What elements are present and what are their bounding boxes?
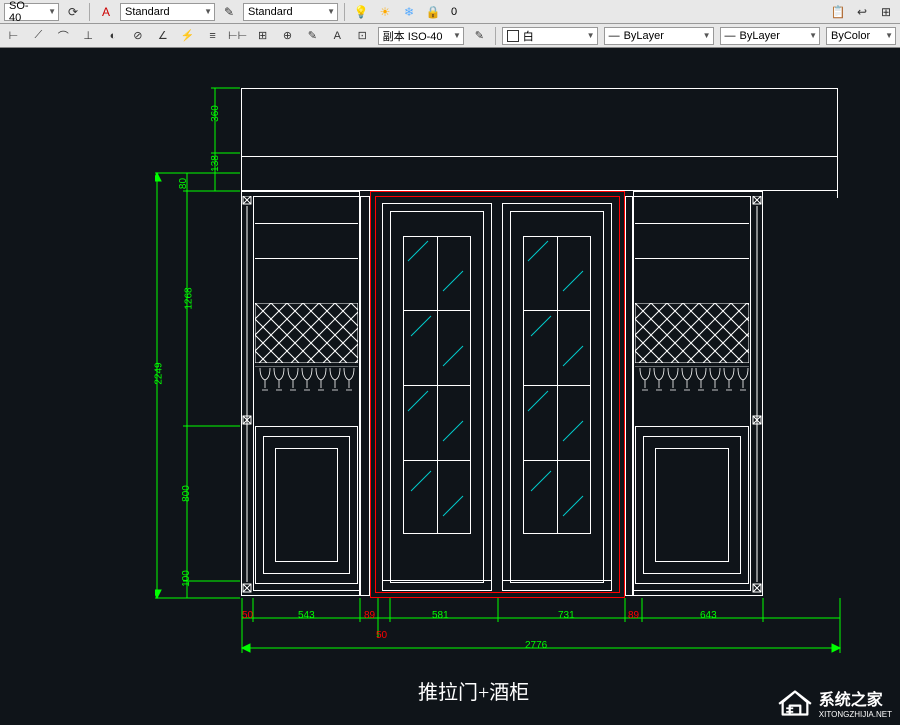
dimstyle-label: SO-40 <box>9 0 40 24</box>
dim-360: 360 <box>210 105 221 122</box>
dim-ordinate-icon[interactable]: ⊥ <box>79 26 98 46</box>
layer-name: 0 <box>451 6 457 18</box>
dim-linear-icon[interactable]: ⊢ <box>4 26 23 46</box>
dim-800: 800 <box>181 485 192 502</box>
sun-icon[interactable]: ☀ <box>375 2 395 22</box>
tolerance-icon[interactable]: ⊞ <box>253 26 272 46</box>
dimensions-horizontal <box>230 598 850 678</box>
text-style-icon[interactable]: A <box>96 2 116 22</box>
dim-edit-icon[interactable]: ✎ <box>303 26 322 46</box>
textstyle-label-2: Standard <box>248 6 293 18</box>
layer-states-icon[interactable]: 📋 <box>828 2 848 22</box>
watermark-house-icon <box>777 688 813 718</box>
linetype-label-2: ByLayer <box>740 30 780 42</box>
dim-h581: 581 <box>432 610 449 621</box>
dim-h543: 543 <box>298 610 315 621</box>
toolbar-dimension-style: SO-40 ⟳ A Standard ✎ Standard 💡 ☀ ❄ 🔒 0 … <box>0 0 900 24</box>
linetype-combo-1[interactable]: —ByLayer <box>604 27 714 45</box>
center-mark-icon[interactable]: ⊕ <box>278 26 297 46</box>
dim-quick-icon[interactable]: ⚡ <box>178 26 197 46</box>
light-icon[interactable]: 💡 <box>351 2 371 22</box>
brush-icon[interactable]: ✎ <box>219 2 239 22</box>
plotstyle-label: ByColor <box>831 30 870 42</box>
dim-80: 80 <box>178 178 189 189</box>
dim-h89b: 89 <box>628 610 639 621</box>
textstyle-label-1: Standard <box>125 6 170 18</box>
dim-1268: 1268 <box>184 287 195 309</box>
freeze-icon[interactable]: ❄ <box>399 2 419 22</box>
linetype-combo-2[interactable]: —ByLayer <box>720 27 821 45</box>
dim-h50: 50 <box>242 610 253 621</box>
dim-h89a: 89 <box>364 610 375 621</box>
plotstyle-combo[interactable]: ByColor <box>826 27 896 45</box>
glass-right <box>523 236 591 534</box>
linetype-label-1: ByLayer <box>624 30 664 42</box>
brush-icon-2[interactable]: ✎ <box>470 26 489 46</box>
dimensions-vertical <box>155 78 240 618</box>
dim-total: 2776 <box>525 640 547 651</box>
layer-match-icon[interactable]: ⊞ <box>876 2 896 22</box>
watermark-name: 系统之家 <box>819 686 892 710</box>
dim-update-icon[interactable]: ⟳ <box>63 2 83 22</box>
pilaster-left <box>241 196 253 596</box>
color-label: 白 <box>523 28 534 44</box>
dim-138: 138 <box>210 155 221 172</box>
dimstyle-combo-2[interactable]: 副本 ISO-40 <box>378 27 464 45</box>
watermark-url: XITONGZHIJIA.NET <box>819 710 892 719</box>
color-swatch <box>507 30 519 42</box>
dim-radius-icon[interactable]: ◐ <box>104 26 123 46</box>
dimstyle-copy-label: 副本 ISO-40 <box>383 28 443 44</box>
glass-left <box>403 236 471 534</box>
textstyle-combo-2[interactable]: Standard <box>243 3 338 21</box>
lattice-right <box>635 303 749 363</box>
dim-arc-icon[interactable]: ⌒ <box>54 26 73 46</box>
dim-text-edit-icon[interactable]: A <box>328 26 347 46</box>
dim-aligned-icon[interactable]: ⟋ <box>29 26 48 46</box>
dim-baseline-icon[interactable]: ≡ <box>203 26 222 46</box>
color-combo[interactable]: 白 <box>502 27 598 45</box>
dim-100: 100 <box>181 570 192 587</box>
textstyle-combo-1[interactable]: Standard <box>120 3 215 21</box>
dim-h731: 731 <box>558 610 575 621</box>
toolbar-properties: ⊢ ⟋ ⌒ ⊥ ◐ ⊘ ∠ ⚡ ≡ ⊢⊢ ⊞ ⊕ ✎ A ⊡ 副本 ISO-40… <box>0 24 900 48</box>
dim-continue-icon[interactable]: ⊢⊢ <box>228 26 247 46</box>
wine-glasses-left <box>255 366 358 396</box>
dim-diameter-icon[interactable]: ⊘ <box>128 26 147 46</box>
dimstyle-combo-1[interactable]: SO-40 <box>4 3 59 21</box>
wine-glasses-right <box>635 366 749 396</box>
dim-2249: 2249 <box>154 362 165 384</box>
drawing-title: 推拉门+酒柜 <box>418 676 529 705</box>
lattice-left <box>255 303 358 363</box>
pilaster-right <box>751 196 763 596</box>
lock-icon[interactable]: 🔒 <box>423 2 443 22</box>
layer-prev-icon[interactable]: ↩ <box>852 2 872 22</box>
watermark: 系统之家 XITONGZHIJIA.NET <box>777 686 892 719</box>
dim-h50b: 50 <box>376 630 387 641</box>
inspect-icon[interactable]: ⊡ <box>353 26 372 46</box>
drawing-canvas[interactable]: 2249 1268 800 100 80 360 138 50 543 89 5… <box>0 48 900 725</box>
dim-h643: 643 <box>700 610 717 621</box>
dim-angular-icon[interactable]: ∠ <box>153 26 172 46</box>
